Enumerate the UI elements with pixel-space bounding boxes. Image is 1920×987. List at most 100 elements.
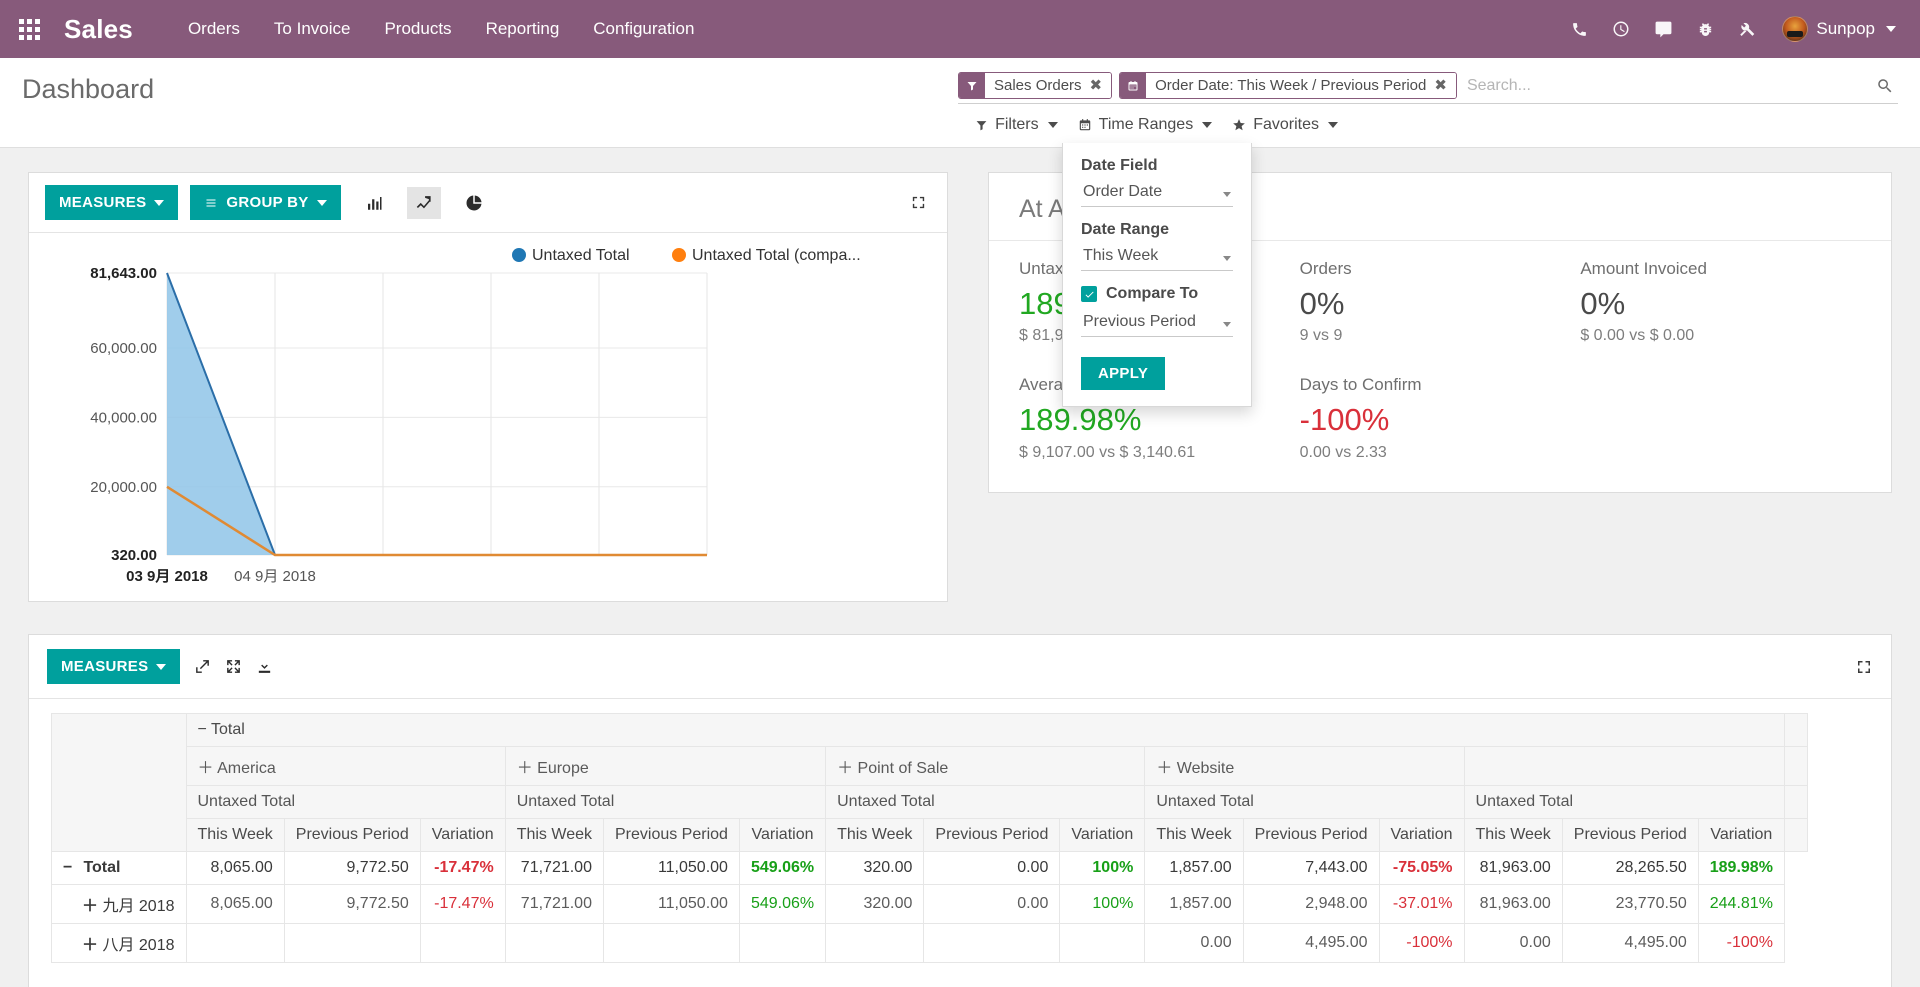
pivot-subheader[interactable]: Previous Period	[602, 818, 740, 852]
stat-empty	[1580, 375, 1861, 461]
pivot-value-cell: 7,443.00	[1242, 851, 1380, 885]
chat-icon[interactable]	[1642, 0, 1684, 58]
stat-label: Days to Confirm	[1299, 375, 1422, 395]
favorites-button[interactable]: Favorites	[1232, 116, 1338, 134]
pivot-pad-cell	[1784, 924, 1807, 963]
apply-button[interactable]: APPLY	[1081, 357, 1166, 390]
pivot-value-cell: 0.00	[1463, 923, 1563, 963]
navbar-right: Sunpop	[1558, 0, 1920, 58]
bar-chart-icon[interactable]	[357, 187, 391, 219]
pivot-row-header[interactable]: ＋ 八月 2018	[51, 923, 187, 963]
pivot-col-group[interactable]: ＋ Website	[1144, 746, 1465, 786]
search-input[interactable]	[1456, 74, 1872, 97]
pivot-value-cell: 8,065.00	[185, 884, 285, 924]
pivot-scroll[interactable]: − Total ＋ America ＋ Europe ＋ Point of Sale…	[29, 699, 1891, 987]
pivot-table: − Total ＋ America ＋ Europe ＋ Point of Sale…	[51, 713, 1808, 963]
date-field-select[interactable]: Order Date	[1081, 181, 1233, 207]
pivot-subheader[interactable]: This Week	[504, 818, 604, 852]
download-xls-icon[interactable]	[256, 658, 273, 675]
time-ranges-button[interactable]: Time Ranges	[1078, 116, 1213, 134]
pivot-col-group[interactable]	[1463, 746, 1785, 786]
pivot-pad	[1783, 818, 1808, 852]
pivot-subheader[interactable]: Previous Period	[1242, 818, 1380, 852]
pivot-variation-cell: -37.01%	[1378, 884, 1465, 924]
chevron-down-icon	[1328, 122, 1338, 128]
pivot-subheader[interactable]: Variation	[419, 818, 506, 852]
phone-icon[interactable]	[1558, 0, 1600, 58]
pivot-subheader[interactable]: This Week	[1463, 818, 1563, 852]
pivot-col-group[interactable]: ＋ America	[185, 746, 506, 786]
pivot-variation-cell	[419, 923, 506, 963]
facet-order-date[interactable]: Order Date: This Week / Previous Period …	[1119, 72, 1457, 99]
table-row[interactable]: − Total 8,065.00 9,772.50 -17.47% 71,721.00 1…	[51, 851, 1808, 885]
expand-icon[interactable]	[905, 190, 931, 216]
pivot-value-cell: 1,857.00	[1144, 884, 1244, 924]
pivot-pad	[1783, 785, 1808, 819]
fullscreen-icon[interactable]	[1855, 658, 1873, 676]
graph-toolbar: MEASURES GROUP BY	[29, 173, 947, 233]
table-row[interactable]: ＋ 九月 2018 8,065.00 9,772.50 -17.47% 71,721.0…	[51, 884, 1808, 924]
pivot-subheader[interactable]: Previous Period	[283, 818, 421, 852]
stat-orders[interactable]: Orders 0% 9 vs 9	[1300, 259, 1581, 345]
graph-canvas[interactable]: Untaxed Total Untaxed Total (compa... 81,6…	[29, 233, 947, 618]
pivot-value-cell: 11,050.00	[602, 851, 740, 885]
expand-all-icon[interactable]	[225, 658, 242, 675]
filters-button[interactable]: Filters	[975, 116, 1058, 134]
close-icon[interactable]: ✖	[1434, 78, 1447, 93]
bug-icon[interactable]	[1684, 0, 1726, 58]
date-range-select[interactable]: This Week	[1081, 245, 1233, 271]
pivot-variation-cell: -17.47%	[419, 851, 506, 885]
pivot-head-row-groups: ＋ America ＋ Europe ＋ Point of Sale ＋ Websit…	[52, 746, 1808, 786]
pivot-subheader[interactable]: Variation	[1059, 818, 1146, 852]
pivot-row-header[interactable]: ＋ 九月 2018	[51, 884, 187, 924]
pivot-subheader[interactable]: Variation	[738, 818, 827, 852]
pivot-col-group[interactable]: ＋ Point of Sale	[825, 746, 1146, 786]
pie-chart-icon[interactable]	[457, 187, 491, 219]
facet-sales-orders[interactable]: Sales Orders ✖	[958, 72, 1113, 99]
stat-days-to-confirm[interactable]: Days to Confirm -100% 0.00 vs 2.33	[1300, 375, 1581, 461]
pivot-subheader[interactable]: Variation	[1378, 818, 1465, 852]
expand-icon[interactable]	[194, 658, 211, 675]
compare-to-select[interactable]: Previous Period	[1081, 311, 1233, 337]
compare-to-checkbox-row[interactable]: Compare To	[1081, 285, 1233, 303]
chevron-down-icon	[1223, 322, 1231, 327]
pivot-subheader[interactable]: Variation	[1697, 818, 1785, 852]
chevron-down-icon	[154, 199, 165, 206]
x-axis-tick: 03 9月 2018	[126, 568, 208, 585]
pivot-measures-button[interactable]: MEASURES	[47, 649, 181, 684]
pivot-subheader[interactable]: This Week	[185, 818, 285, 852]
pivot-col-root[interactable]: − Total	[185, 713, 1785, 747]
pivot-row-header[interactable]: − Total	[51, 851, 187, 885]
graph-card: MEASURES GROUP BY Untaxed Total Untaxed …	[28, 172, 948, 602]
pivot-subheader[interactable]: This Week	[1144, 818, 1244, 852]
stat-amount-invoiced[interactable]: Amount Invoiced 0% $ 0.00 vs $ 0.00	[1580, 259, 1861, 345]
pivot-subheader[interactable]: Previous Period	[923, 818, 1061, 852]
compare-to-checkbox[interactable]	[1081, 286, 1097, 302]
pivot-variation-cell: 189.98%	[1697, 851, 1785, 885]
clock-icon[interactable]	[1600, 0, 1642, 58]
menu-item-orders[interactable]: Orders	[171, 0, 257, 58]
user-menu[interactable]: Sunpop	[1768, 0, 1902, 58]
menu-item-to-invoice[interactable]: To Invoice	[257, 0, 368, 58]
menu-item-products[interactable]: Products	[367, 0, 468, 58]
menu-item-configuration[interactable]: Configuration	[576, 0, 711, 58]
pivot-subheader[interactable]: This Week	[825, 818, 925, 852]
line-chart-icon[interactable]	[406, 186, 441, 219]
apps-grid-icon[interactable]	[0, 0, 58, 58]
pivot-pad	[1783, 713, 1808, 747]
menu-item-reporting[interactable]: Reporting	[469, 0, 577, 58]
pivot-col-group[interactable]: ＋ Europe	[504, 746, 827, 786]
top-navbar: Sales Orders To Invoice Products Reporti…	[0, 0, 1920, 58]
graph-measures-button[interactable]: MEASURES	[45, 185, 179, 220]
group-by-button[interactable]: GROUP BY	[190, 185, 341, 220]
search-icon[interactable]	[1872, 77, 1898, 95]
app-brand[interactable]: Sales	[58, 14, 147, 45]
table-row[interactable]: ＋ 八月 2018 0.00 4,495.00 -100% 0.00 4,495.00 -1…	[51, 923, 1808, 963]
pivot-measure-header: Untaxed Total	[185, 785, 506, 819]
pivot-value-cell: 28,265.50	[1561, 851, 1699, 885]
chevron-down-icon	[156, 663, 167, 670]
pivot-subheader[interactable]: Previous Period	[1561, 818, 1699, 852]
close-icon[interactable]: ✖	[1090, 78, 1103, 93]
tools-icon[interactable]	[1726, 0, 1768, 58]
compare-to-value: Previous Period	[1083, 313, 1196, 330]
